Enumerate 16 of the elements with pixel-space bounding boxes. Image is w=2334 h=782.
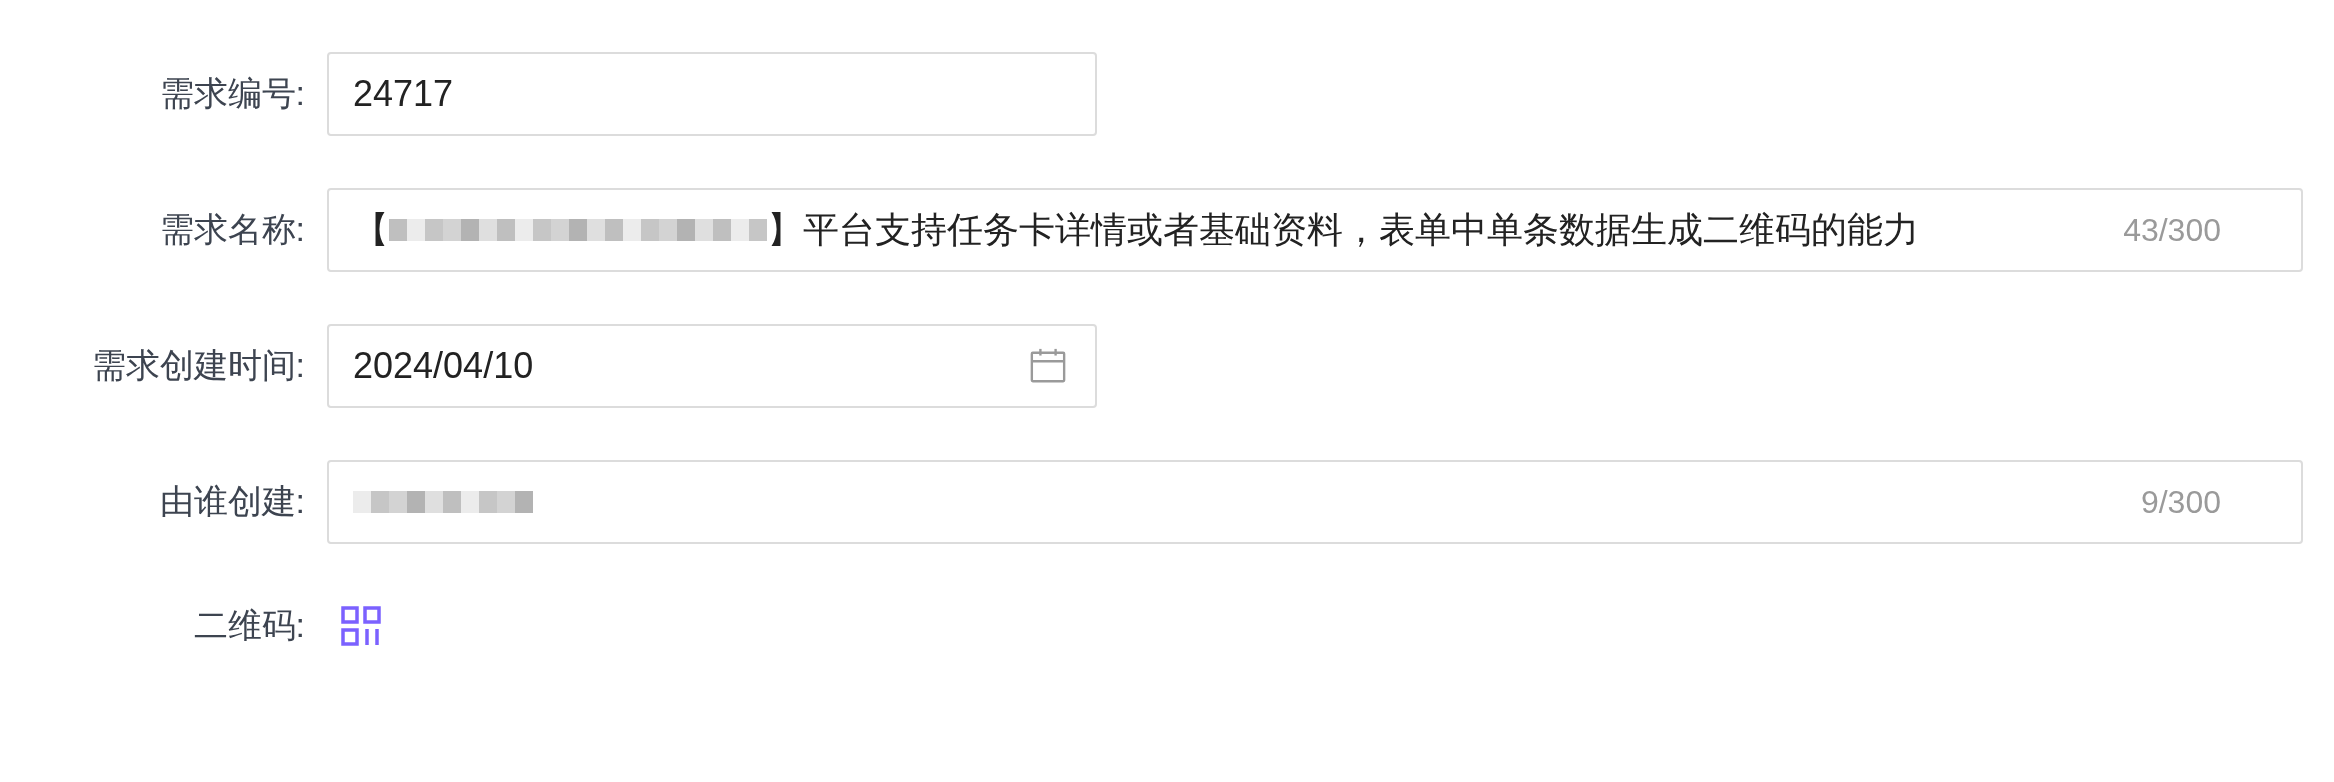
field-value: 【 — [353, 207, 389, 252]
date-field[interactable]: 2024/04/10 — [327, 324, 1097, 408]
field-label: 需求编号: — [158, 73, 305, 114]
qr-code-icon[interactable] — [341, 606, 381, 646]
field-value: 】平台支持任务卡详情或者基础资料，表单中单条数据生成二维码的能力 — [767, 207, 1919, 252]
input-field[interactable]: 24717 — [327, 52, 1097, 136]
field-label: 二维码: — [192, 605, 305, 646]
character-counter: 43/300 — [2123, 211, 2221, 249]
input-field[interactable]: 【 】平台支持任务卡详情或者基础资料，表单中单条数据生成二维码的能力 43/300 — [327, 188, 2303, 272]
field-label: 由谁创建: — [158, 481, 305, 522]
calendar-icon[interactable] — [1029, 347, 1067, 385]
field-label: 需求创建时间: — [90, 345, 305, 386]
field-label: 需求名称: — [158, 209, 305, 250]
field-value: 24717 — [353, 73, 454, 115]
field-value: 2024/04/10 — [353, 345, 534, 387]
character-counter: 9/300 — [2140, 483, 2221, 521]
